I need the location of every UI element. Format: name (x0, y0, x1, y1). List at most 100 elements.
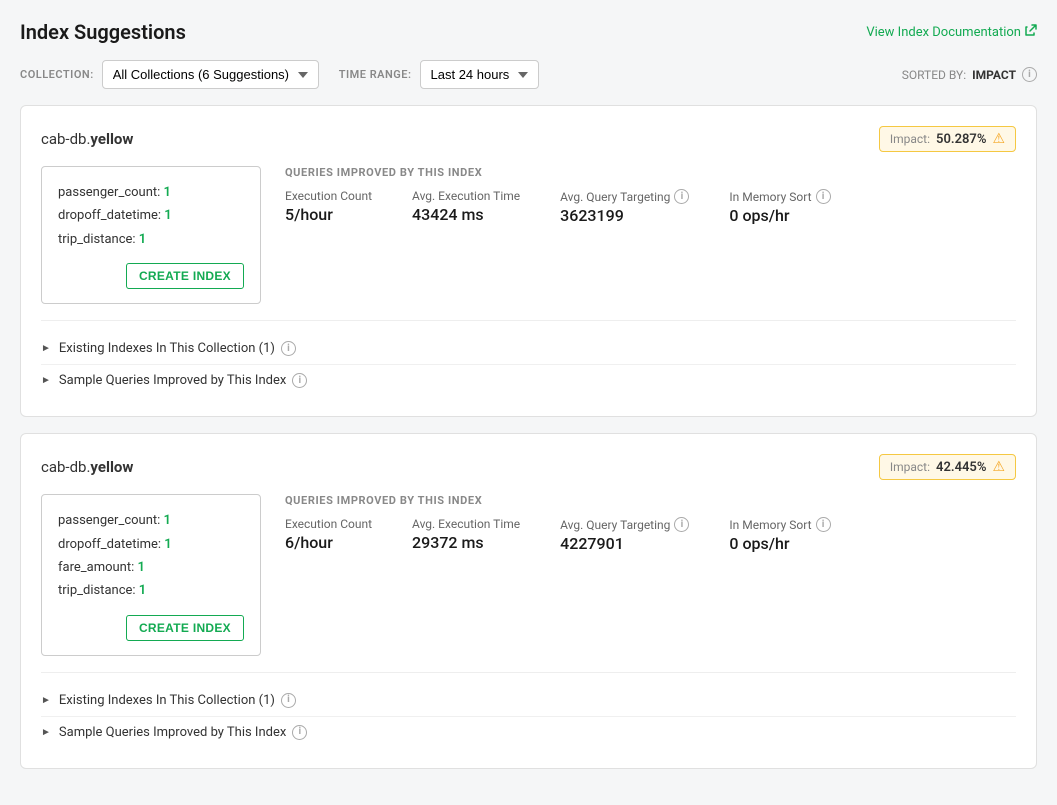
create-index-button[interactable]: CREATE INDEX (126, 615, 244, 641)
cards-container: cab-db.yellow Impact: 50.287% ⚠ passenge… (20, 105, 1037, 769)
metrics-row: Execution Count 5/hour Avg. Execution Time… (285, 189, 1016, 225)
metric-3: In Memory Sorti 0 ops/hr (729, 517, 830, 553)
queries-section-title: QUERIES IMPROVED BY THIS INDEX (285, 494, 1016, 507)
expand-label: Existing Indexes In This Collection (1) … (59, 341, 296, 356)
collection-name: cab-db.yellow (41, 458, 133, 476)
impact-badge: Impact: 42.445% ⚠ (879, 454, 1016, 480)
metric-value: 43424 ms (412, 205, 520, 224)
sorted-by-info-icon[interactable]: i (1022, 67, 1037, 82)
field-name: fare_amount: (58, 560, 138, 575)
metrics-row: Execution Count 6/hour Avg. Execution Time… (285, 517, 1016, 553)
field-value: 1 (164, 537, 171, 552)
index-field: passenger_count: 1 (58, 181, 244, 204)
chevron-right-icon: ► (41, 343, 51, 354)
metric-0: Execution Count 5/hour (285, 189, 372, 224)
chevron-right-icon: ► (41, 375, 51, 386)
expand-label-text: Existing Indexes In This Collection (1) (59, 693, 275, 708)
field-value: 1 (164, 185, 171, 200)
collection-label: COLLECTION: (20, 68, 94, 81)
metric-label: Avg. Execution Time (412, 189, 520, 203)
impact-value: 42.445% (936, 460, 986, 475)
metric-value: 6/hour (285, 533, 372, 552)
expand-label-text: Existing Indexes In This Collection (1) (59, 341, 275, 356)
metric-value: 0 ops/hr (729, 534, 830, 553)
expand-info-icon[interactable]: i (281, 693, 296, 708)
impact-label: Impact: (890, 460, 930, 474)
index-field: fare_amount: 1 (58, 556, 244, 579)
field-value: 1 (164, 513, 171, 528)
metric-1: Avg. Execution Time29372 ms (412, 517, 520, 552)
card-footer: ► Existing Indexes In This Collection (1… (41, 320, 1016, 396)
field-value: 1 (139, 232, 146, 247)
metric-label: Avg. Execution Time (412, 517, 520, 531)
expand-label: Sample Queries Improved by This Index i (59, 373, 307, 388)
time-range-label: TIME RANGE: (339, 68, 412, 81)
expand-row-0[interactable]: ► Existing Indexes In This Collection (1… (41, 333, 1016, 365)
index-box: passenger_count: 1dropoff_datetime: 1far… (41, 494, 261, 656)
metric-info-icon[interactable]: i (674, 517, 689, 532)
suggestion-card-2: cab-db.yellow Impact: 42.445% ⚠ passenge… (20, 433, 1037, 769)
metric-info-icon[interactable]: i (674, 189, 689, 204)
expand-row-1[interactable]: ► Sample Queries Improved by This Index … (41, 365, 1016, 396)
metric-1: Avg. Execution Time 43424 ms (412, 189, 520, 224)
sorted-by-group: SORTED BY: IMPACT i (902, 67, 1037, 82)
card-body: passenger_count: 1dropoff_datetime: 1tri… (41, 166, 1016, 304)
metric-value: 3623199 (560, 206, 689, 225)
warning-icon: ⚠ (992, 131, 1005, 147)
queries-section: QUERIES IMPROVED BY THIS INDEX Execution … (285, 494, 1016, 553)
view-docs-link[interactable]: View Index Documentation (866, 24, 1037, 40)
metric-2: Avg. Query Targetingi4227901 (560, 517, 689, 553)
impact-label: Impact: (890, 132, 930, 146)
field-name: dropoff_datetime: (58, 537, 164, 552)
field-name: trip_distance: (58, 232, 139, 247)
chevron-right-icon: ► (41, 695, 51, 706)
field-name: passenger_count: (58, 513, 164, 528)
index-field: passenger_count: 1 (58, 509, 244, 532)
index-box: passenger_count: 1dropoff_datetime: 1tri… (41, 166, 261, 304)
metric-2: Avg. Query Targetingi3623199 (560, 189, 689, 225)
card-footer: ► Existing Indexes In This Collection (1… (41, 672, 1016, 748)
index-field: dropoff_datetime: 1 (58, 204, 244, 227)
expand-info-icon[interactable]: i (292, 725, 307, 740)
create-index-button[interactable]: CREATE INDEX (126, 263, 244, 289)
impact-badge: Impact: 50.287% ⚠ (879, 126, 1016, 152)
expand-row-0[interactable]: ► Existing Indexes In This Collection (1… (41, 685, 1016, 717)
page-title: Index Suggestions (20, 20, 186, 44)
impact-value: 50.287% (936, 132, 986, 147)
card-body: passenger_count: 1dropoff_datetime: 1far… (41, 494, 1016, 656)
expand-label: Existing Indexes In This Collection (1) … (59, 693, 296, 708)
warning-icon: ⚠ (992, 459, 1005, 475)
field-name: passenger_count: (58, 185, 164, 200)
queries-section-title: QUERIES IMPROVED BY THIS INDEX (285, 166, 1016, 179)
collection-select[interactable]: All Collections (6 Suggestions) (102, 60, 319, 89)
metric-0: Execution Count 6/hour (285, 517, 372, 552)
metric-label: Execution Count (285, 517, 372, 531)
metric-value: 5/hour (285, 205, 372, 224)
sorted-by-value: IMPACT (972, 68, 1016, 82)
index-field: trip_distance: 1 (58, 579, 244, 602)
index-field: dropoff_datetime: 1 (58, 533, 244, 556)
time-range-select[interactable]: Last 24 hoursLast 7 daysLast 30 days (420, 60, 539, 89)
metric-value: 0 ops/hr (729, 206, 830, 225)
field-value: 1 (138, 560, 145, 575)
metric-label: Execution Count (285, 189, 372, 203)
field-value: 1 (139, 583, 146, 598)
metric-label: In Memory Sorti (729, 189, 830, 204)
metric-info-icon[interactable]: i (816, 517, 831, 532)
expand-info-icon[interactable]: i (292, 373, 307, 388)
field-name: trip_distance: (58, 583, 139, 598)
metric-label: Avg. Query Targetingi (560, 517, 689, 532)
card-header-row: cab-db.yellow Impact: 50.287% ⚠ (41, 126, 1016, 152)
filters-row: COLLECTION: All Collections (6 Suggestio… (20, 60, 1037, 89)
collection-filter-group: COLLECTION: All Collections (6 Suggestio… (20, 60, 319, 89)
queries-section: QUERIES IMPROVED BY THIS INDEX Execution … (285, 166, 1016, 225)
metric-info-icon[interactable]: i (816, 189, 831, 204)
expand-info-icon[interactable]: i (281, 341, 296, 356)
external-link-icon (1025, 24, 1037, 40)
index-field: trip_distance: 1 (58, 228, 244, 251)
metric-label: In Memory Sorti (729, 517, 830, 532)
card-header-row: cab-db.yellow Impact: 42.445% ⚠ (41, 454, 1016, 480)
expand-label-text: Sample Queries Improved by This Index (59, 373, 286, 388)
time-range-filter-group: TIME RANGE: Last 24 hoursLast 7 daysLast… (339, 60, 539, 89)
expand-row-1[interactable]: ► Sample Queries Improved by This Index … (41, 717, 1016, 748)
